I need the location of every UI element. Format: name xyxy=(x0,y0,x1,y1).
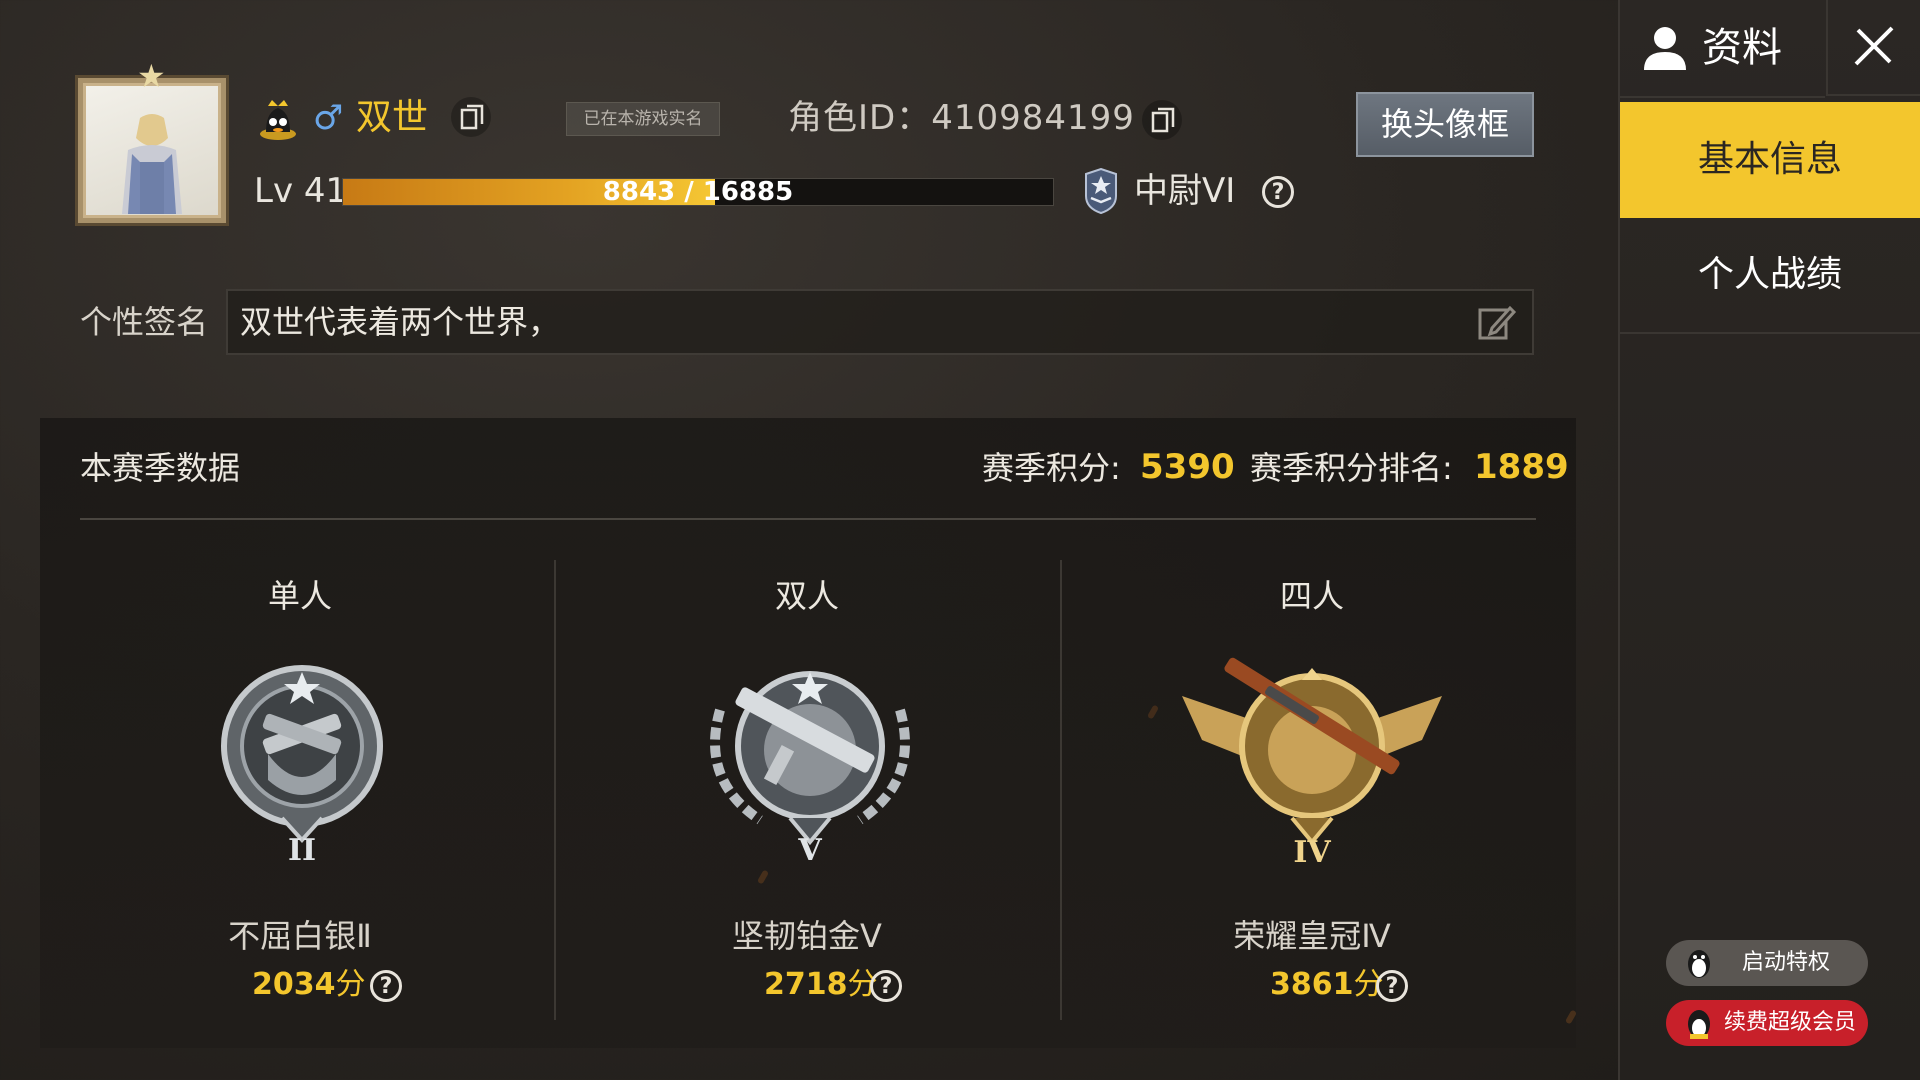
tier-score-squad: 3861分 xyxy=(1270,965,1384,1005)
avatar-portrait xyxy=(122,114,182,214)
privilege-label: 启动特权 xyxy=(1742,950,1831,975)
copy-id-icon[interactable] xyxy=(1142,100,1182,140)
mode-title-solo: 单人 xyxy=(267,577,332,615)
platinum-badge-icon[interactable]: V xyxy=(680,650,940,870)
male-gender-icon: ♂ xyxy=(313,98,344,138)
mode-title-duo: 双人 xyxy=(774,577,839,615)
crown-rank-icon xyxy=(260,100,296,140)
signature-field[interactable]: 双世代表着两个世界， xyxy=(226,289,1534,355)
season-rank-value: 1889 xyxy=(1474,447,1569,487)
lieutenant-rank-icon xyxy=(1085,168,1117,214)
xp-progress-bar: 8843 / 16885 xyxy=(342,177,1054,207)
role-id-label: 角色ID： xyxy=(788,98,932,138)
season-title: 本赛季数据 xyxy=(80,449,241,487)
silver-badge-icon[interactable]: II xyxy=(172,650,432,870)
solo-help-icon[interactable]: ? xyxy=(370,970,402,1002)
duo-help-icon[interactable]: ? xyxy=(870,970,902,1002)
mode-title-squad: 四人 xyxy=(1279,577,1344,615)
tab-personal-record[interactable]: 个人战绩 xyxy=(1620,218,1920,334)
sidebar-title: 资料 xyxy=(1702,25,1782,71)
level-label: Lv 41 xyxy=(254,170,347,212)
squad-help-icon[interactable]: ? xyxy=(1376,970,1408,1002)
score-value: 3861 xyxy=(1270,967,1354,1002)
tier-score-solo: 2034分 xyxy=(252,965,366,1005)
score-value: 2034 xyxy=(252,967,336,1002)
level-prefix: Lv xyxy=(254,171,294,211)
tier-help-icon[interactable]: ? xyxy=(1262,176,1294,208)
tier-name-solo: 不屈白银Ⅱ xyxy=(228,917,372,955)
realname-verified-tag: 已在本游戏实名 xyxy=(566,102,720,136)
renew-super-vip-button[interactable]: 续费超级会员 xyxy=(1666,1000,1868,1046)
change-avatar-frame-button[interactable]: 换头像框 xyxy=(1356,92,1534,157)
tab-basic-info[interactable]: 基本信息 xyxy=(1620,102,1920,218)
close-icon xyxy=(1854,26,1894,66)
qq-penguin-icon xyxy=(1688,1010,1710,1039)
svg-text:IV: IV xyxy=(1293,835,1331,870)
tier-name-squad: 荣耀皇冠Ⅳ xyxy=(1233,917,1391,955)
level-value: 41 xyxy=(303,171,348,211)
qq-penguin-icon xyxy=(1688,950,1710,978)
score-value: 2718 xyxy=(764,967,848,1002)
military-tier-label: 中尉VI xyxy=(1134,171,1236,211)
panel-divider xyxy=(80,518,1536,520)
season-points-value: 5390 xyxy=(1140,447,1235,487)
user-icon xyxy=(1644,27,1686,70)
player-name: 双世 xyxy=(356,97,429,138)
close-button[interactable] xyxy=(1826,0,1920,96)
column-divider xyxy=(554,560,556,1020)
role-id-value: 410984199 xyxy=(931,98,1135,138)
svg-text:II: II xyxy=(288,833,316,868)
launch-privilege-button[interactable]: 启动特权 xyxy=(1666,940,1868,986)
column-divider xyxy=(1060,560,1062,1020)
xp-progress-text: 8843 / 16885 xyxy=(602,177,794,207)
vip-label: 续费超级会员 xyxy=(1724,1010,1857,1035)
avatar-star-icon: ★ xyxy=(137,57,166,95)
tier-score-duo: 2718分 xyxy=(764,965,878,1005)
signature-label: 个性签名 xyxy=(80,303,209,341)
score-unit: 分 xyxy=(335,967,366,1002)
tier-name-duo: 坚韧铂金Ⅴ xyxy=(732,917,882,955)
crown-badge-icon[interactable]: IV xyxy=(1182,650,1442,870)
season-points-label: 赛季积分: xyxy=(982,449,1121,487)
edit-signature-icon[interactable] xyxy=(1474,300,1518,344)
copy-name-icon[interactable] xyxy=(451,97,491,137)
role-id: 角色ID：410984199 xyxy=(788,96,1135,140)
svg-text:V: V xyxy=(797,833,822,868)
season-rank-label: 赛季积分排名: xyxy=(1250,449,1453,487)
